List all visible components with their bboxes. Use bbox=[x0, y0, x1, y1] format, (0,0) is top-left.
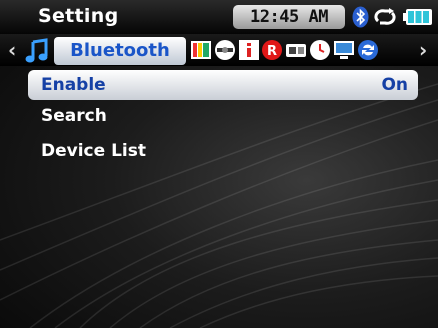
svg-text:R: R bbox=[267, 44, 277, 59]
clock-icon[interactable] bbox=[309, 39, 331, 61]
record-icon[interactable]: R bbox=[261, 39, 283, 61]
device-screen: Setting 12:45 AM ‹ Bluetooth R › Enable … bbox=[0, 0, 438, 328]
disc-icon[interactable] bbox=[214, 39, 236, 61]
page-title: Setting bbox=[38, 5, 119, 27]
tab-bluetooth[interactable]: Bluetooth bbox=[54, 37, 186, 65]
bluetooth-icon bbox=[352, 6, 369, 28]
monitor-icon[interactable] bbox=[333, 39, 355, 61]
tab-scroll-left-icon[interactable]: ‹ bbox=[8, 38, 16, 62]
sync-icon[interactable] bbox=[357, 39, 379, 61]
menu-item-label: Enable bbox=[41, 75, 106, 95]
menu-item-enable[interactable]: Enable On bbox=[28, 70, 418, 100]
clock-display: 12:45 AM bbox=[233, 5, 345, 29]
display-icon[interactable] bbox=[190, 39, 212, 61]
menu-item-search[interactable]: Search bbox=[28, 101, 418, 131]
repeat-icon bbox=[374, 8, 396, 25]
menu-item-value: On bbox=[381, 75, 408, 95]
status-bar: Setting 12:45 AM bbox=[0, 0, 438, 34]
memory-card-icon[interactable] bbox=[285, 39, 307, 61]
menu-item-label: Device List bbox=[41, 141, 146, 161]
info-icon[interactable] bbox=[238, 39, 260, 61]
tab-scroll-right-icon[interactable]: › bbox=[419, 38, 427, 62]
menu-item-label: Search bbox=[41, 106, 107, 126]
menu-item-device-list[interactable]: Device List bbox=[28, 136, 418, 166]
battery-icon bbox=[403, 9, 432, 25]
music-note-icon[interactable] bbox=[24, 38, 50, 64]
